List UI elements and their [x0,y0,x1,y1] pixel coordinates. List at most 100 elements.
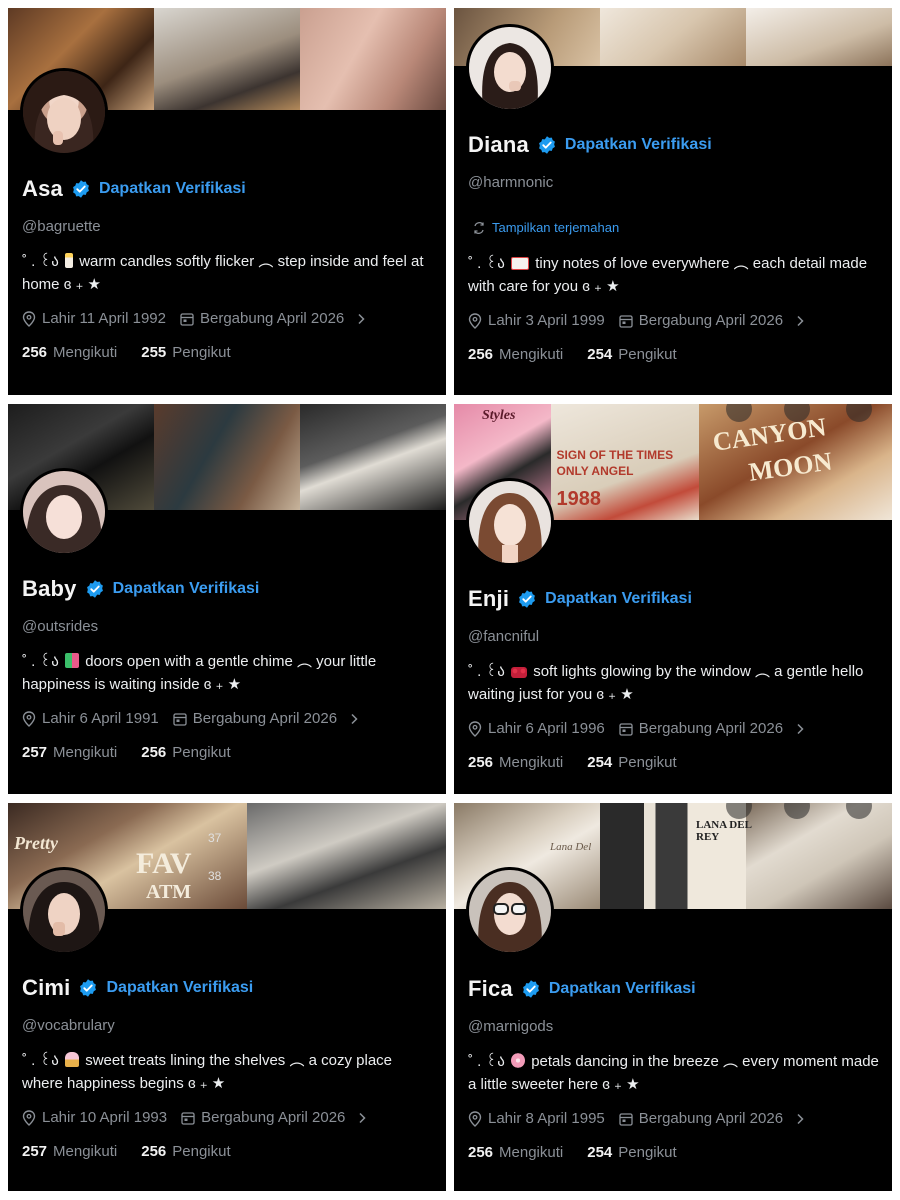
follow-stats: 257 Mengikuti 256 Pengikut [22,1143,231,1160]
cupcake-icon [65,1052,80,1067]
following-count[interactable]: 257 [22,1143,47,1160]
profile-meta: Lahir 10 April 1993 Bergabung April 2026 [22,1109,381,1126]
avatar[interactable] [20,468,108,556]
avatar[interactable] [466,24,554,112]
calendar-icon [180,312,194,326]
banner-text: 38 [208,869,222,883]
translate-link[interactable]: Tampilkan terjemahan [472,220,619,235]
bio-line-2: waiting just for you ɞ ₊ ★ [468,686,634,703]
followers-label[interactable]: Pengikut [618,754,676,771]
avatar[interactable] [466,478,554,566]
profile-card-baby: Baby Dapatkan Verifikasi @outsrides ˚ . … [8,404,446,794]
banner-text: SIGN OF THE TIMES [556,448,674,462]
name-row: Cimi Dapatkan Verifikasi [22,975,253,1001]
verified-badge-icon [539,136,555,154]
verified-badge-icon [522,980,539,998]
get-verified-link[interactable]: Dapatkan Verifikasi [549,980,696,998]
verified-badge-icon [86,580,103,598]
bio: ˚ . ꒰ა petals dancing in the breeze ︵ ev… [468,1050,882,1096]
bio-prefix: ˚ . ꒰ა [468,1053,505,1070]
chevron-right-icon[interactable] [795,723,805,735]
birth-date: Lahir 11 April 1992 [42,310,166,327]
following-label[interactable]: Mengikuti [53,344,117,361]
bio-line-2: a little sweeter here ɞ ₊ ★ [468,1076,640,1093]
get-verified-link[interactable]: Dapatkan Verifikasi [565,136,712,154]
birthday-icon [468,720,482,737]
following-label[interactable]: Mengikuti [499,346,563,363]
chevron-right-icon[interactable] [357,1112,367,1124]
followers-count[interactable]: 256 [141,1143,166,1160]
get-verified-link[interactable]: Dapatkan Verifikasi [106,979,253,997]
name-row: Enji Dapatkan Verifikasi [468,586,692,612]
followers-count[interactable]: 254 [587,754,612,771]
chevron-right-icon[interactable] [349,713,359,725]
avatar[interactable] [466,867,554,955]
banner-text: Pretty [14,833,58,853]
chevron-right-icon[interactable] [795,315,805,327]
following-count[interactable]: 256 [468,1144,493,1161]
bio: ˚ . ꒰ა soft lights glowing by the window… [468,660,882,706]
profile-card-asa: Asa Dapatkan Verifikasi @bagruette ˚ . ꒰… [8,8,446,395]
translate-label[interactable]: Tampilkan terjemahan [492,220,619,235]
username-handle: @marnigods [468,1018,554,1035]
calendar-icon [181,1111,195,1125]
birthday-icon [22,1109,36,1126]
banner-text: LANA DEL REY [696,819,752,843]
display-name: Baby [22,576,77,601]
display-name: Diana [468,132,529,157]
avatar[interactable] [20,867,108,955]
profile-meta: Lahir 11 April 1992 Bergabung April 2026 [22,310,380,327]
following-label[interactable]: Mengikuti [53,1143,117,1160]
profile-meta: Lahir 8 April 1995 Bergabung April 2026 [468,1110,819,1127]
calendar-icon [173,712,187,726]
banner-text: ATM [146,881,192,903]
follow-stats: 256 Mengikuti 254 Pengikut [468,346,677,363]
following-count[interactable]: 257 [22,744,47,761]
bio-line-1: sweet treats lining the shelves ︵ a cozy… [85,1052,393,1069]
profile-meta: Lahir 6 April 1991 Bergabung April 2026 [22,710,373,727]
birthday-icon [468,1110,482,1127]
chevron-right-icon[interactable] [356,313,366,325]
display-name: Enji [468,586,510,611]
followers-label[interactable]: Pengikut [172,744,230,761]
followers-count[interactable]: 256 [141,744,166,761]
bio: ˚ . ꒰ა doors open with a gentle chime ︵ … [22,650,436,696]
calendar-icon [619,722,633,736]
following-label[interactable]: Mengikuti [53,744,117,761]
joined-date: Bergabung April 2026 [638,720,784,737]
bio-line-2: where happiness begins ɞ ₊ ★ [22,1075,226,1092]
banner-text: 1988 [556,488,602,510]
profile-card-fica: Lana Del LANA DEL REY Fica Dapatkan Veri… [454,803,892,1191]
banner-text: ONLY ANGEL [556,464,634,478]
profile-card-diana: Diana Dapatkan Verifikasi @harmnonic Tam… [454,8,892,395]
profile-meta: Lahir 6 April 1996 Bergabung April 2026 [468,720,819,737]
followers-count[interactable]: 254 [587,1144,612,1161]
following-count[interactable]: 256 [468,346,493,363]
username-handle: @fancniful [468,628,540,645]
verified-badge-icon [73,180,89,198]
followers-label[interactable]: Pengikut [172,344,230,361]
followers-count[interactable]: 254 [587,346,612,363]
get-verified-link[interactable]: Dapatkan Verifikasi [545,590,692,608]
following-count[interactable]: 256 [468,754,493,771]
birth-date: Lahir 8 April 1995 [488,1110,605,1127]
followers-label[interactable]: Pengikut [172,1143,230,1160]
bio-line-1: doors open with a gentle chime ︵ your li… [85,653,377,670]
username-handle: @vocabrulary [22,1017,115,1034]
get-verified-link[interactable]: Dapatkan Verifikasi [99,180,246,198]
following-label[interactable]: Mengikuti [499,1144,563,1161]
birth-date: Lahir 10 April 1993 [42,1109,168,1126]
followers-label[interactable]: Pengikut [618,346,676,363]
following-label[interactable]: Mengikuti [499,754,563,771]
bio-prefix: ˚ . ꒰ა [468,663,505,680]
following-count[interactable]: 256 [22,344,47,361]
bio-line-1: tiny notes of love everywhere ︵ each det… [535,255,868,272]
bio-line-2: home ɞ ₊ ★ [22,276,101,293]
get-verified-link[interactable]: Dapatkan Verifikasi [113,580,260,598]
followers-label[interactable]: Pengikut [618,1144,676,1161]
followers-count[interactable]: 255 [141,344,166,361]
avatar[interactable] [20,68,108,156]
profile-meta: Lahir 3 April 1999 Bergabung April 2026 [468,312,819,329]
profile-card-enji: Styles SIGN OF THE TIMES ONLY ANGEL 1988… [454,404,892,794]
chevron-right-icon[interactable] [795,1113,805,1125]
